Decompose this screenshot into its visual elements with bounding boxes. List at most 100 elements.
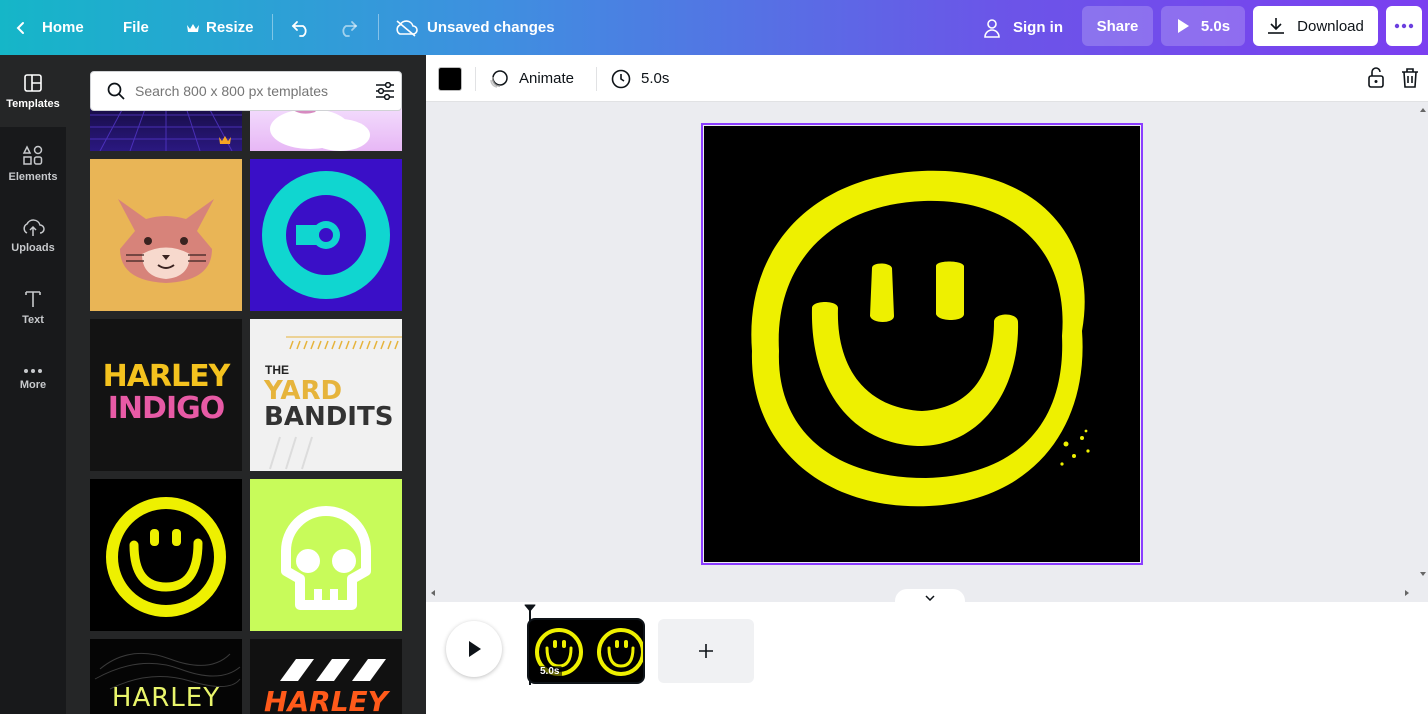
redo-icon (342, 20, 358, 37)
topbar-divider (272, 14, 273, 40)
side-rail: Templates Elements Uploads Text More (0, 55, 66, 714)
template-tile-yard-bandits[interactable]: THE YARD BANDITS (250, 319, 402, 471)
sign-in-label: Sign in (1013, 19, 1063, 36)
template-tile-harley-indigo[interactable]: HARLEY INDIGO (90, 319, 242, 471)
rail-label: Text (22, 313, 44, 326)
page-thumbnail[interactable]: 5.0s (527, 618, 645, 684)
target-ring-shape (262, 171, 390, 299)
rail-label: Uploads (11, 241, 55, 254)
lock-button[interactable] (1366, 67, 1386, 94)
play-icon (469, 641, 481, 657)
file-menu[interactable]: File (123, 0, 149, 55)
home-button[interactable]: Home (14, 0, 84, 55)
rail-label: More (19, 378, 47, 391)
template-tile-harley-outline[interactable]: HARLEY (90, 639, 242, 714)
user-icon (984, 18, 1000, 38)
scroll-up-arrow-icon (1420, 108, 1426, 112)
template-tile-cat[interactable] (90, 159, 242, 311)
template-text: YARD (264, 376, 343, 406)
save-status-label: Unsaved changes (427, 19, 555, 36)
undo-button[interactable] (290, 0, 312, 55)
vertical-scrollbar[interactable] (1418, 103, 1428, 586)
template-text: INDIGO (107, 391, 225, 426)
filter-sliders-icon[interactable] (375, 82, 395, 100)
duration-button[interactable]: 5.0s (611, 55, 669, 102)
elements-icon (22, 144, 43, 165)
smiley-face-shape (106, 497, 226, 617)
template-tile-skull[interactable] (250, 479, 402, 631)
rail-item-elements[interactable]: Elements (0, 127, 66, 199)
undo-icon (291, 20, 307, 37)
rail-item-more[interactable]: More (0, 343, 66, 415)
rail-item-text[interactable]: Text (0, 271, 66, 343)
template-text: BANDITS (264, 402, 394, 432)
clock-icon (611, 69, 631, 88)
template-tile-target[interactable] (250, 159, 402, 311)
download-icon (1268, 18, 1285, 34)
color-swatch-fill (439, 68, 461, 90)
share-label: Share (1096, 17, 1139, 35)
editor-toolbar: Animate 5.0s (426, 55, 1428, 102)
resize-button[interactable]: Resize (186, 0, 254, 55)
timeline-panel: 5.0s (426, 602, 1428, 714)
delete-button[interactable] (1400, 67, 1420, 94)
home-label: Home (42, 19, 84, 36)
skull-shape (281, 506, 371, 610)
play-duration-button[interactable]: 5.0s (1161, 6, 1245, 46)
scroll-right-arrow-icon (1405, 590, 1409, 596)
add-page-button[interactable] (658, 619, 754, 683)
file-label: File (123, 19, 149, 36)
templates-panel: HARLEY INDIGO THE YARD BANDITS HARLEY HA… (66, 55, 426, 714)
template-search-box[interactable] (90, 71, 402, 111)
topbar-divider (378, 14, 379, 40)
rail-item-templates[interactable]: Templates (0, 55, 66, 127)
rail-label: Templates (6, 97, 60, 110)
duration-label: 5.0s (641, 70, 670, 87)
uploads-icon (23, 218, 45, 236)
crown-icon (187, 23, 199, 32)
download-button[interactable]: Download (1253, 6, 1378, 46)
rail-item-uploads[interactable]: Uploads (0, 199, 66, 271)
color-swatch[interactable] (438, 67, 462, 91)
animate-button[interactable]: Animate (489, 55, 574, 102)
plus-icon (699, 644, 713, 658)
play-icon (1177, 19, 1189, 33)
resize-label: Resize (206, 19, 254, 36)
design-selection-outline (701, 123, 1143, 565)
crown-icon (219, 136, 231, 144)
cat-illustration (118, 199, 214, 283)
template-tile-smiley[interactable] (90, 479, 242, 631)
templates-icon (24, 73, 42, 92)
search-icon (107, 82, 125, 100)
animate-label: Animate (519, 70, 575, 87)
more-options-button[interactable] (1386, 6, 1422, 46)
text-icon (25, 290, 41, 307)
trash-icon (1402, 68, 1418, 88)
cloud-offline-icon (396, 19, 418, 37)
play-button[interactable] (446, 621, 502, 677)
more-icon (24, 368, 42, 373)
template-text: THE (265, 363, 289, 377)
unlock-icon (1368, 67, 1384, 88)
template-text: HARLEY (102, 359, 231, 394)
template-text: HARLEY (111, 683, 221, 713)
rail-label: Elements (8, 170, 58, 183)
download-label: Download (1297, 17, 1364, 35)
template-text: HARLEY (264, 685, 388, 714)
sign-in-button[interactable]: Sign in (983, 0, 1063, 55)
top-bar: Home File Resize Unsaved changes Sign in… (0, 0, 1428, 55)
chevron-left-icon (16, 21, 24, 34)
animate-icon (490, 69, 508, 88)
save-status[interactable]: Unsaved changes (394, 0, 555, 55)
page-duration-badge: 5.0s (537, 666, 563, 677)
chevron-down-icon (925, 595, 935, 601)
template-tile-harley-orange[interactable]: HARLEY (250, 639, 402, 714)
toolbar-divider (475, 67, 476, 91)
redo-button[interactable] (337, 0, 359, 55)
share-button[interactable]: Share (1082, 6, 1153, 46)
search-input[interactable] (135, 83, 365, 99)
toolbar-divider (596, 67, 597, 91)
scroll-down-arrow-icon (1420, 572, 1426, 576)
play-duration-label: 5.0s (1200, 17, 1231, 35)
scroll-left-arrow-icon (431, 590, 435, 596)
